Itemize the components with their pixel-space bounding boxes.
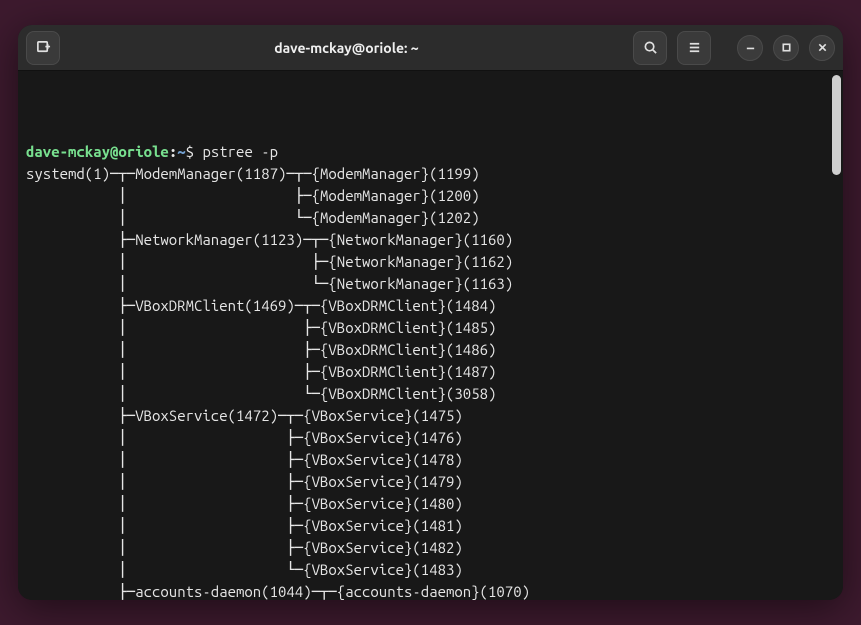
titlebar-right — [633, 31, 835, 65]
prompt-userhost: dave-mckay@oriole — [26, 143, 169, 160]
prompt-colon: : — [169, 143, 177, 160]
search-button[interactable] — [633, 31, 667, 65]
titlebar-left — [26, 31, 60, 65]
output-line: │ ├─{VBoxDRMClient}(1486) — [26, 339, 835, 361]
output-line: │ ├─{VBoxService}(1478) — [26, 449, 835, 471]
output-line: │ ├─{NetworkManager}(1162) — [26, 251, 835, 273]
output-line: ├─VBoxService(1472)─┬─{VBoxService}(1475… — [26, 405, 835, 427]
hamburger-menu-button[interactable] — [677, 31, 711, 65]
scrollbar-thumb[interactable] — [832, 75, 841, 175]
prompt-sigil: $ — [186, 143, 194, 160]
prompt-line: dave-mckay@oriole:~$ pstree -p — [26, 141, 835, 163]
maximize-button[interactable] — [773, 35, 799, 61]
close-button[interactable] — [809, 35, 835, 61]
output-line: │ └─{NetworkManager}(1163) — [26, 273, 835, 295]
minimize-button[interactable] — [737, 35, 763, 61]
output-line: │ └─{VBoxDRMClient}(3058) — [26, 383, 835, 405]
output-line: │ ├─{VBoxDRMClient}(1487) — [26, 361, 835, 383]
command-text: pstree -p — [202, 143, 278, 160]
output-line: │ ├─{VBoxService}(1481) — [26, 515, 835, 537]
output-line: │ ├─{VBoxService}(1480) — [26, 493, 835, 515]
output-line: │ ├─{VBoxService}(1482) — [26, 537, 835, 559]
output-line: ├─NetworkManager(1123)─┬─{NetworkManager… — [26, 229, 835, 251]
titlebar: dave-mckay@oriole: ~ — [18, 25, 843, 71]
output-line: ├─VBoxDRMClient(1469)─┬─{VBoxDRMClient}(… — [26, 295, 835, 317]
new-tab-button[interactable] — [26, 31, 60, 65]
pstree-output: systemd(1)─┬─ModemManager(1187)─┬─{Modem… — [26, 163, 835, 600]
prompt-path: ~ — [177, 143, 185, 160]
output-line: │ ├─{ModemManager}(1200) — [26, 185, 835, 207]
output-line: systemd(1)─┬─ModemManager(1187)─┬─{Modem… — [26, 163, 835, 185]
output-line: │ └─{ModemManager}(1202) — [26, 207, 835, 229]
output-line: │ └─{VBoxService}(1483) — [26, 559, 835, 581]
window-title: dave-mckay@oriole: ~ — [60, 40, 633, 56]
terminal-content[interactable]: dave-mckay@oriole:~$ pstree -psystemd(1)… — [18, 71, 843, 600]
output-line: │ ├─{VBoxService}(1479) — [26, 471, 835, 493]
output-line: │ ├─{VBoxDRMClient}(1485) — [26, 317, 835, 339]
output-line: ├─accounts-daemon(1044)─┬─{accounts-daem… — [26, 581, 835, 600]
output-line: │ ├─{VBoxService}(1476) — [26, 427, 835, 449]
terminal-window: dave-mckay@oriole: ~ dave-mckay@oriole:~… — [18, 25, 843, 600]
